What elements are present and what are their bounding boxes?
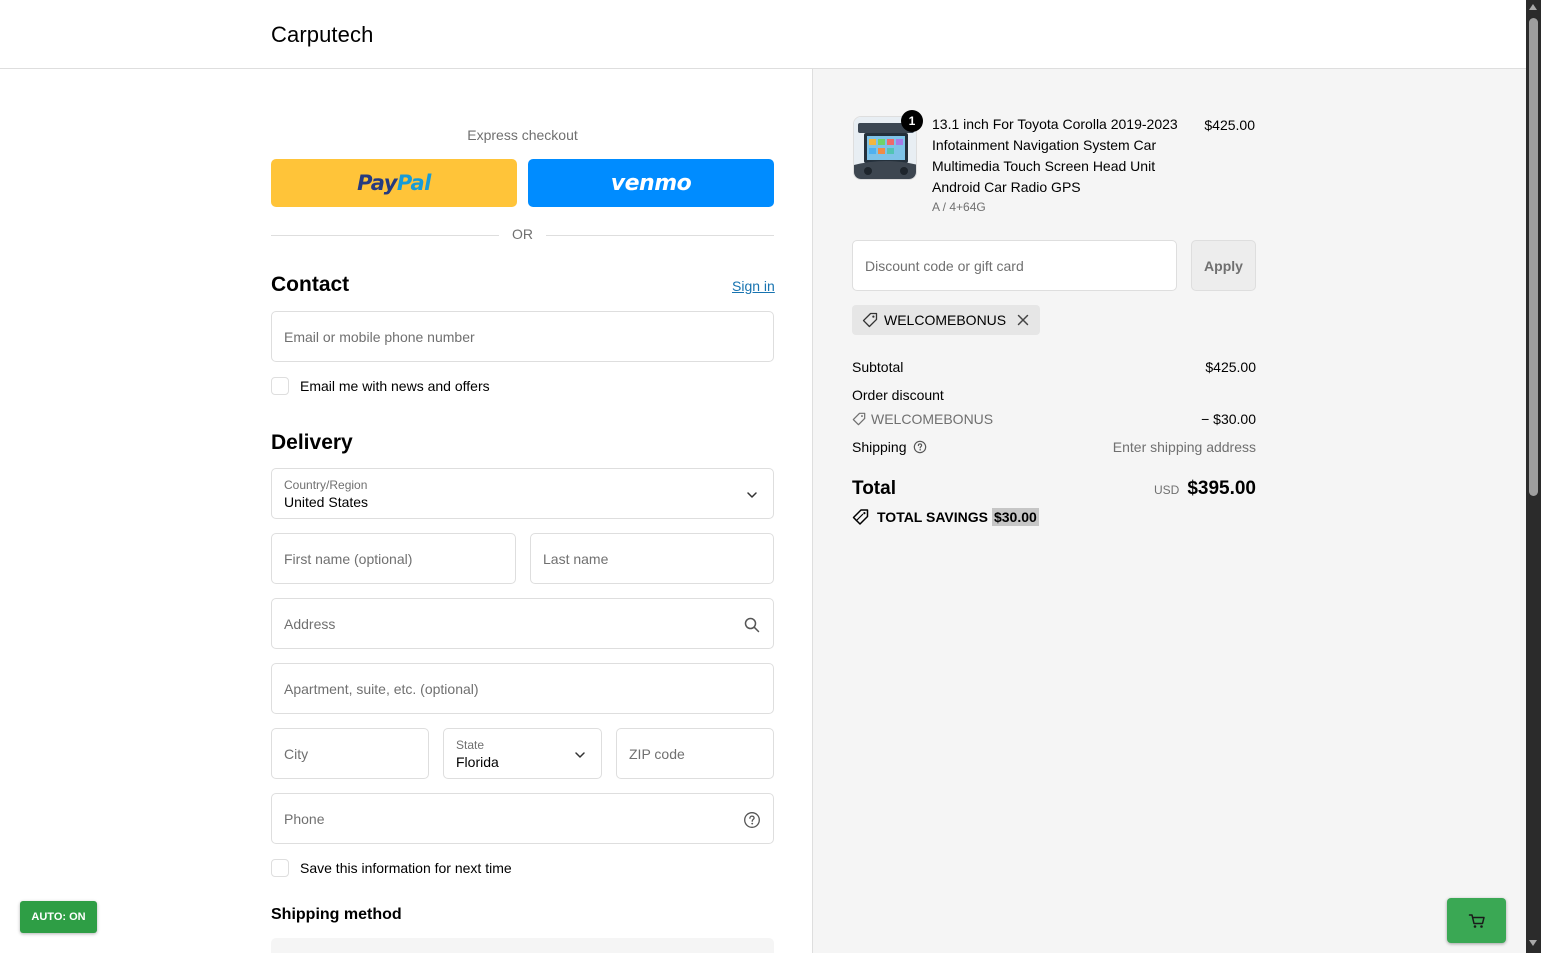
total-savings: TOTAL SAVINGS $30.00 <box>852 508 1039 526</box>
order-summary: 1 13.1 inch For Toyota Corolla 2019-2023… <box>812 69 1526 953</box>
discount-code-item: WELCOMEBONUS <box>852 411 993 427</box>
delivery-heading: Delivery <box>271 431 353 454</box>
applied-discount-code: WELCOMEBONUS <box>884 312 1007 328</box>
site-header: Carputech <box>0 0 1526 69</box>
save-info-label: Save this information for next time <box>300 860 512 876</box>
search-icon[interactable] <box>743 616 761 634</box>
tags-icon <box>852 509 869 525</box>
express-checkout-title: Express checkout <box>467 127 578 143</box>
order-discount-row: Order discount <box>852 387 1256 403</box>
close-icon[interactable] <box>1016 313 1030 327</box>
discount-placeholder: Discount code or gift card <box>865 258 1024 274</box>
shipping-method-placeholder <box>271 938 774 953</box>
subtotal-label: Subtotal <box>852 359 904 375</box>
city-field[interactable]: City <box>271 728 429 779</box>
news-checkbox-row[interactable]: Email me with news and offers <box>271 377 490 395</box>
brand-logo[interactable]: Carputech <box>271 22 373 48</box>
applied-discount-chip: WELCOMEBONUS <box>852 305 1041 335</box>
chevron-down-icon <box>747 492 757 498</box>
sign-in-link[interactable]: Sign in <box>732 278 775 294</box>
shipping-label-group: Shipping <box>852 439 927 455</box>
venmo-button[interactable]: venmo <box>528 159 774 207</box>
apply-button[interactable]: Apply <box>1191 240 1256 291</box>
zip-field[interactable]: ZIP code <box>616 728 774 779</box>
email-field[interactable]: Email or mobile phone number <box>271 311 774 362</box>
quantity-badge: 1 <box>901 110 923 132</box>
phone-field[interactable]: Phone <box>271 793 774 844</box>
shipping-method-heading: Shipping method <box>271 906 402 923</box>
scroll-up-arrow[interactable] <box>1529 4 1537 10</box>
subtotal-row: Subtotal $425.00 <box>852 359 1256 375</box>
contact-heading: Contact <box>271 273 350 296</box>
state-label: State <box>456 738 485 752</box>
tag-icon <box>862 312 878 328</box>
address-placeholder: Address <box>284 616 336 632</box>
savings-value: $30.00 <box>991 508 1039 526</box>
first-name-field[interactable]: First name (optional) <box>271 533 516 584</box>
news-checkbox[interactable] <box>271 377 289 395</box>
paypal-button[interactable]: PayPal <box>271 159 517 207</box>
chevron-down-icon <box>575 752 585 758</box>
discount-value: − $30.00 <box>1201 411 1256 427</box>
shipping-value: Enter shipping address <box>1112 439 1256 455</box>
product-price: $425.00 <box>1204 117 1255 133</box>
paypal-logo: PayPal <box>357 171 431 195</box>
subtotal-value: $425.00 <box>1205 359 1256 375</box>
apartment-placeholder: Apartment, suite, etc. (optional) <box>284 681 479 697</box>
state-value: Florida <box>456 754 499 770</box>
discount-code-name: WELCOMEBONUS <box>871 411 994 427</box>
total-label: Total <box>852 478 896 499</box>
currency-code: USD <box>1153 483 1180 497</box>
savings-label: TOTAL SAVINGS <box>877 509 988 525</box>
total-row: Total USD $395.00 <box>852 478 1256 500</box>
zip-placeholder: ZIP code <box>629 746 685 762</box>
cart-widget-button[interactable] <box>1447 898 1506 943</box>
state-select[interactable]: State Florida <box>443 728 602 779</box>
total-value-group: USD $395.00 <box>1154 478 1256 500</box>
order-discount-label: Order discount <box>852 387 944 403</box>
city-placeholder: City <box>284 746 309 762</box>
total-value: $395.00 <box>1187 478 1256 499</box>
tag-icon <box>852 412 866 426</box>
email-placeholder: Email or mobile phone number <box>284 329 475 345</box>
product-variant: A / 4+64G <box>932 200 986 214</box>
scroll-thumb[interactable] <box>1529 18 1538 496</box>
shipping-row: Shipping Enter shipping address <box>852 439 1256 455</box>
shipping-label: Shipping <box>852 439 907 455</box>
country-value: United States <box>284 494 369 510</box>
auto-toggle-button[interactable]: AUTO: ON <box>20 901 97 933</box>
help-circle-icon[interactable] <box>743 811 761 829</box>
product-title: 13.1 inch For Toyota Corolla 2019-2023 I… <box>932 116 1178 195</box>
or-text: OR <box>512 226 533 242</box>
page-scrollbar[interactable] <box>1526 0 1541 953</box>
discount-code-input[interactable]: Discount code or gift card <box>852 240 1177 291</box>
save-info-checkbox-row[interactable]: Save this information for next time <box>271 859 512 877</box>
scroll-down-arrow[interactable] <box>1529 940 1537 946</box>
country-select[interactable]: Country/Region United States <box>271 468 774 519</box>
venmo-logo: venmo <box>610 170 692 196</box>
address-field[interactable]: Address <box>271 598 774 649</box>
help-circle-icon[interactable] <box>913 440 927 454</box>
checkout-form: Express checkout PayPal venmo OR Contact… <box>0 69 812 953</box>
discount-code-row: WELCOMEBONUS − $30.00 <box>852 411 1256 427</box>
last-name-placeholder: Last name <box>543 551 609 567</box>
save-info-checkbox[interactable] <box>271 859 289 877</box>
last-name-field[interactable]: Last name <box>530 533 774 584</box>
news-checkbox-label: Email me with news and offers <box>300 378 490 394</box>
apartment-field[interactable]: Apartment, suite, etc. (optional) <box>271 663 774 714</box>
first-name-placeholder: First name (optional) <box>284 551 413 567</box>
cart-icon <box>1468 913 1485 928</box>
country-label: Country/Region <box>284 478 368 492</box>
or-divider: OR <box>271 226 774 244</box>
phone-placeholder: Phone <box>284 811 325 827</box>
